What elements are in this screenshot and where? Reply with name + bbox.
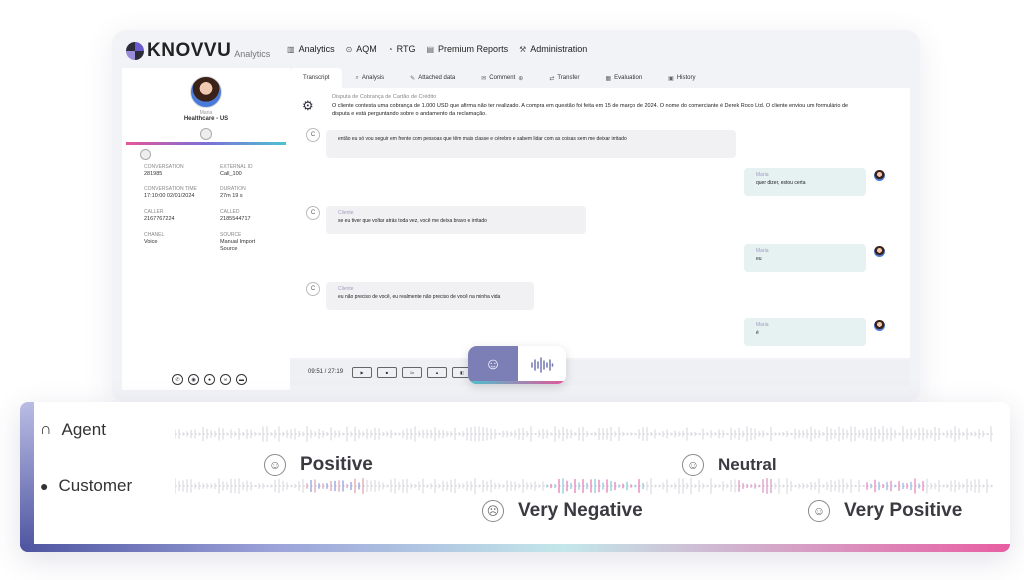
transfer-icon: ⇄	[549, 75, 555, 82]
waveform-icon	[531, 357, 554, 373]
nav-rtg[interactable]: ◔ RTG	[388, 44, 416, 54]
customer-avatar-icon: C	[306, 206, 320, 220]
user-icon[interactable]: ●	[204, 374, 215, 385]
tab-transfer[interactable]: ⇄ Transfer	[536, 68, 592, 88]
admin-icon: ⚒	[519, 44, 527, 54]
sentiment-neutral: ☺ Neutral	[682, 454, 777, 476]
logo: KNOVVU Analytics	[126, 40, 270, 62]
sentiment-waveform-panel: ∩ Agent ● Customer ☺ Positive ☺ Neutral ☹ V…	[20, 402, 1010, 552]
nav-premium-reports[interactable]: ▤ Premium Reports	[426, 44, 508, 54]
summary-text: O cliente contesta uma cobrança de 1.000…	[332, 103, 849, 117]
customer-track-label: ● Customer	[40, 476, 133, 495]
agent-avatar	[190, 76, 222, 108]
agent-avatar-small	[874, 246, 885, 257]
toggle-accent-bar	[468, 381, 566, 384]
field-conversation-time: CONVERSATION TIME 17:10:00 02/01/2024	[144, 186, 197, 199]
waveform-view-button[interactable]	[518, 346, 566, 384]
summary-title: Disputa de Cobrança de Cartão de Crédito	[332, 94, 437, 100]
tab-attached-data[interactable]: ✎ Attached data	[397, 68, 468, 88]
settings-icon[interactable]	[200, 128, 212, 140]
message-customer: Cliente se eu tiver que voltar atrás toda…	[326, 206, 586, 234]
sentiment-view-button[interactable]: ☺	[468, 346, 518, 384]
happy-face-icon: ☺	[808, 500, 830, 522]
speed-button[interactable]: 1x	[402, 367, 422, 378]
nav-analytics[interactable]: ▥ Analytics	[287, 44, 335, 54]
message-agent: Maria é	[744, 318, 866, 346]
smile-icon: ☺	[484, 356, 502, 373]
view-toggle: ☺	[468, 346, 566, 384]
headset-icon: ∩	[40, 421, 52, 438]
field-channel: CHANEL Voice	[144, 232, 165, 245]
message-agent: Maria quer dizer, estou certa	[744, 168, 866, 196]
transcript: C então eu só vou seguir em frente com p…	[296, 126, 896, 358]
field-conversation: CONVERSATION 281985	[144, 164, 184, 177]
logo-subtitle: Analytics	[234, 49, 271, 59]
field-called: CALLED 2185544717	[220, 209, 251, 222]
record-icon[interactable]: ◉	[188, 374, 199, 385]
player-controls: ▶ ■ 1x ▲ ◧	[352, 367, 472, 378]
tab-bar: Transcript ⌕ Analysis ✎ Attached data ✉ Com…	[290, 68, 910, 88]
agent-waveform	[175, 426, 995, 442]
panel-accent-edge	[20, 402, 34, 552]
tab-analysis[interactable]: ⌕ Analysis	[342, 68, 397, 88]
nav-aqm[interactable]: ⊙ AQM	[346, 44, 377, 54]
history-icon: ▣	[668, 75, 674, 82]
info-icon[interactable]	[140, 149, 151, 160]
sentiment-very-positive: ☺ Very Positive	[808, 500, 962, 522]
field-duration: DURATION 27m 19 s	[220, 186, 246, 199]
logo-mark-icon	[126, 42, 144, 60]
paperclip-icon: ✎	[410, 75, 416, 82]
smile-icon: ☺	[264, 454, 286, 476]
nav-administration[interactable]: ⚒ Administration	[519, 44, 587, 54]
sentiment-positive: ☺ Positive	[264, 454, 373, 476]
message-customer: Cliente eu não preciso de você, eu realme…	[326, 282, 534, 310]
message-icon[interactable]: ▬	[236, 374, 247, 385]
bar-chart-icon: ▥	[287, 44, 295, 54]
top-nav: ▥ Analytics ⊙ AQM ◔ RTG ▤ Premium Reports ⚒ A…	[287, 44, 587, 54]
ai-summary-icon: ⚙	[302, 98, 314, 113]
rtg-icon: ◔	[387, 44, 393, 54]
report-icon: ▤	[426, 44, 435, 54]
person-icon: ●	[40, 478, 49, 494]
agent-team: Healthcare - US	[183, 116, 229, 122]
tab-comment[interactable]: ✉ Comment ⊕	[468, 68, 536, 88]
field-external-id: EXTERNAL ID Call_100	[220, 164, 253, 177]
panel-accent-bottom	[20, 544, 1010, 552]
customer-avatar-icon: C	[306, 128, 320, 142]
tab-evaluation[interactable]: ▦ Evaluation	[592, 68, 655, 88]
field-caller: CALLER 2167767224	[144, 209, 175, 222]
tab-history[interactable]: ▣ History	[655, 68, 708, 88]
message-agent: Maria eu	[744, 244, 866, 272]
conversation-sidebar: Maria Healthcare - US CONVERSATION 281985…	[122, 68, 290, 390]
sentiment-bar	[126, 142, 286, 145]
agent-avatar-small	[874, 320, 885, 331]
logo-text: KNOVVU	[147, 40, 232, 61]
sentiment-very-negative: ☹ Very Negative	[482, 500, 643, 522]
evaluation-icon: ▦	[605, 75, 612, 82]
aqm-icon: ⊙	[345, 44, 353, 54]
sad-face-icon: ☹	[482, 500, 504, 522]
sidebar-actions: ✆ ◉ ● ∞ ▬	[172, 374, 247, 385]
stop-button[interactable]: ■	[377, 367, 397, 378]
playback-time: 09:51 / 27:19	[308, 369, 344, 375]
agent-track-label: ∩ Agent	[40, 420, 106, 439]
main-panel: Transcript ⌕ Analysis ✎ Attached data ✉ Com…	[290, 68, 910, 358]
search-icon: ⌕	[355, 74, 359, 81]
customer-avatar-icon: C	[306, 282, 320, 296]
tab-transcript[interactable]: Transcript	[290, 68, 343, 88]
add-icon: ⊕	[518, 75, 524, 82]
link-icon[interactable]: ∞	[220, 374, 231, 385]
play-button[interactable]: ▶	[352, 367, 372, 378]
neutral-face-icon: ☺	[682, 454, 704, 476]
phone-icon[interactable]: ✆	[172, 374, 183, 385]
agent-avatar-small	[874, 170, 885, 181]
comment-icon: ✉	[481, 75, 487, 82]
field-source: SOURCE Manual Import Source	[220, 232, 256, 252]
volume-button[interactable]: ▲	[427, 367, 447, 378]
message-customer: então eu só vou seguir em frente com pes…	[326, 130, 736, 158]
audio-player: 09:51 / 27:19 ▶ ■ 1x ▲ ◧	[290, 360, 910, 386]
